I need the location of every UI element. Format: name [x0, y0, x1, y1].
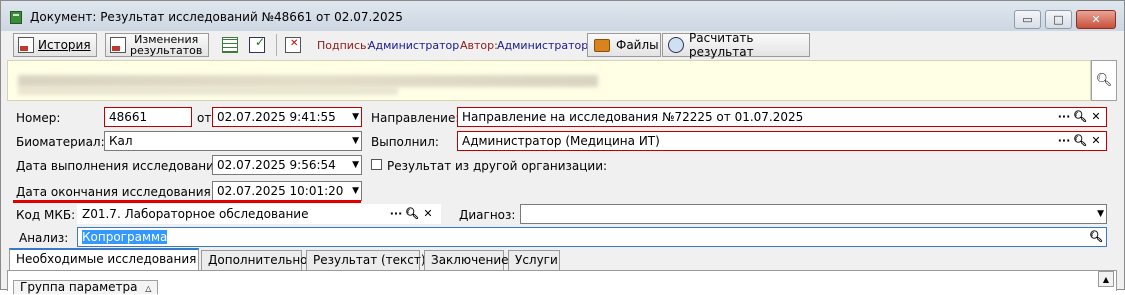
- number-label: Номер:: [16, 111, 61, 125]
- tab-required-studies[interactable]: Необходимые исследования: [9, 248, 199, 270]
- maximize-icon: □: [1053, 13, 1064, 26]
- more-icon[interactable]: ···: [1056, 133, 1072, 149]
- change-results-button[interactable]: Изменения результатов: [105, 33, 209, 57]
- search-icon[interactable]: 🔍︎: [1072, 133, 1088, 149]
- scroll-up-button[interactable]: ▲: [1098, 271, 1114, 287]
- blurred-text-2: [18, 87, 398, 95]
- column-header-group[interactable]: Группа параметра △: [13, 280, 159, 294]
- search-icon[interactable]: 🔍︎: [1072, 109, 1088, 125]
- mkb-field[interactable]: Z01.7. Лабораторное обследование ··· 🔍︎ …: [77, 204, 441, 224]
- direction-value: Направление на исследования №72225 от 01…: [462, 110, 804, 124]
- arrow-up-icon: ▲: [1102, 274, 1110, 284]
- search-icon: 🔍︎: [1095, 73, 1113, 88]
- document-icon: [10, 11, 22, 24]
- files-label: Файлы: [616, 38, 659, 52]
- performed-value: Администратор (Медицина ИТ): [462, 134, 660, 148]
- change-results-label-2: результатов: [130, 44, 203, 57]
- end-date-value: 02.07.2025 10:01:20: [217, 184, 344, 198]
- exec-date-label: Дата выполнения исследования:: [16, 159, 226, 173]
- close-icon: ✕: [1091, 13, 1101, 26]
- window-title: Документ: Результат исследований №48661 …: [30, 10, 403, 24]
- delete-icon[interactable]: [285, 37, 301, 53]
- other-org-label: Результат из другой организации:: [387, 159, 608, 173]
- minimize-icon: ▭: [1022, 13, 1033, 26]
- minimize-button[interactable]: ▭: [1014, 10, 1041, 29]
- folder-icon: [594, 38, 610, 52]
- chevron-down-icon[interactable]: ▼: [352, 111, 359, 123]
- chevron-down-icon[interactable]: ▼: [1097, 208, 1104, 220]
- search-icon[interactable]: 🔍︎: [404, 206, 420, 222]
- tab-content: [7, 270, 1117, 291]
- close-button[interactable]: ✕: [1076, 10, 1116, 29]
- highlight-underline: [13, 200, 361, 203]
- mkb-label: Код МКБ:: [16, 208, 76, 222]
- exec-date-field[interactable]: 02.07.2025 9:56:54 ▼: [212, 155, 362, 175]
- toolbar: История Изменения результатов Подпись: А…: [6, 31, 1119, 59]
- end-date-field[interactable]: 02.07.2025 10:01:20 ▼: [212, 181, 362, 201]
- document-window: Документ: Результат исследований №48661 …: [0, 0, 1125, 294]
- diagnosis-label: Диагноз:: [459, 208, 516, 222]
- files-button[interactable]: Файлы: [587, 33, 661, 57]
- more-icon[interactable]: ···: [1056, 109, 1072, 125]
- direction-label: Направление:: [371, 111, 460, 125]
- sort-icon: △: [145, 284, 152, 293]
- analysis-value: Копрограмма: [82, 230, 168, 244]
- history-label: История: [38, 38, 91, 52]
- author-value: Администратор: [497, 39, 589, 52]
- signature-label: Подпись:: [317, 39, 371, 52]
- performed-field[interactable]: Администратор (Медицина ИТ) ··· 🔍︎ ✕: [457, 131, 1107, 151]
- clear-icon[interactable]: ✕: [1088, 133, 1104, 149]
- chevron-down-icon[interactable]: ▼: [352, 159, 359, 171]
- date-value: 02.07.2025 9:41:55: [217, 110, 336, 124]
- tab-result-text[interactable]: Результат (текст): [306, 250, 426, 270]
- direction-field[interactable]: Направление на исследования №72225 от 01…: [457, 107, 1107, 127]
- other-org-checkbox[interactable]: [371, 159, 382, 170]
- tab-conclusion[interactable]: Заключение: [424, 250, 509, 270]
- calculate-label: Расчитать результат: [689, 31, 754, 59]
- tab-additional[interactable]: Дополнительно: [201, 250, 308, 270]
- calculate-icon: [668, 37, 684, 53]
- signature-value: Администратор: [368, 39, 460, 52]
- banner-search-button[interactable]: 🔍︎: [1091, 60, 1117, 101]
- calculate-result-button[interactable]: Расчитать результат: [662, 31, 810, 59]
- history-button[interactable]: История: [13, 33, 97, 57]
- biomaterial-value: Кал: [109, 134, 133, 148]
- checklist-icon[interactable]: [249, 35, 265, 53]
- biomaterial-field[interactable]: Кал ▼: [104, 131, 362, 151]
- more-icon[interactable]: ···: [388, 206, 404, 222]
- column-header-label: Группа параметра: [20, 280, 138, 294]
- performed-label: Выполнил:: [371, 135, 439, 149]
- change-results-icon: [110, 37, 126, 53]
- tab-services[interactable]: Услуги: [508, 250, 560, 270]
- exec-date-value: 02.07.2025 9:56:54: [217, 158, 336, 172]
- blurred-text: [18, 75, 598, 87]
- date-field[interactable]: 02.07.2025 9:41:55 ▼: [212, 107, 362, 127]
- title-bar[interactable]: Документ: Результат исследований №48661 …: [1, 1, 1124, 31]
- diagnosis-field[interactable]: ▼: [520, 204, 1107, 224]
- analysis-label: Анализ:: [19, 231, 69, 245]
- maximize-button[interactable]: □: [1045, 10, 1072, 29]
- search-icon[interactable]: 🔍︎: [1088, 229, 1104, 245]
- analysis-field[interactable]: Копрограмма 🔍︎: [77, 227, 1107, 247]
- history-icon: [18, 37, 34, 53]
- number-field[interactable]: 48661: [104, 107, 192, 127]
- chevron-down-icon[interactable]: ▼: [352, 135, 359, 147]
- biomaterial-label: Биоматериал:: [16, 135, 105, 149]
- clear-icon[interactable]: ✕: [420, 206, 436, 222]
- table-icon[interactable]: [222, 37, 238, 53]
- chevron-down-icon[interactable]: ▼: [352, 185, 359, 197]
- end-date-label: Дата окончания исследования:: [16, 185, 215, 199]
- clear-icon[interactable]: ✕: [1088, 109, 1104, 125]
- mkb-value: Z01.7. Лабораторное обследование: [82, 207, 309, 221]
- author-label: Автор:: [460, 39, 498, 52]
- info-banner: [7, 60, 1091, 101]
- from-label: от: [197, 111, 212, 125]
- toolbar-separator: [276, 34, 277, 56]
